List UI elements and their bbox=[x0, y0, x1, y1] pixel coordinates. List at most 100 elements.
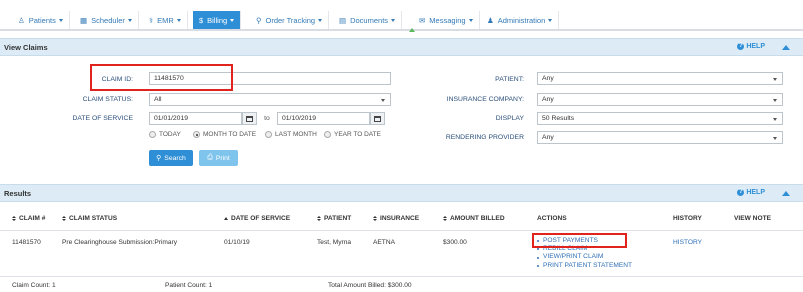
insurance-company-select[interactable]: Any bbox=[537, 93, 783, 106]
column-history: HISTORY bbox=[673, 215, 702, 222]
radio-today-label: TODAY bbox=[159, 131, 181, 138]
radio-year-to-date-label: YEAR TO DATE bbox=[334, 131, 381, 138]
column-amount-billed[interactable]: AMOUNT BILLED bbox=[443, 215, 505, 222]
cell-patient: Test, Myrna bbox=[317, 239, 352, 246]
print-button[interactable]: ⎙ Print bbox=[199, 150, 238, 166]
nav-patients[interactable]: ♙ Patients bbox=[12, 11, 70, 29]
radio-today[interactable]: TODAY bbox=[149, 131, 181, 138]
results-bar: Results ? HELP bbox=[0, 184, 803, 202]
view-claims-title: View Claims bbox=[4, 42, 48, 52]
print-icon: ⎙ bbox=[207, 154, 213, 161]
column-date-of-service-label: DATE OF SERVICE bbox=[231, 215, 291, 222]
sort-ascending-icon bbox=[224, 217, 228, 220]
claim-status-select[interactable]: All bbox=[149, 93, 391, 106]
radio-year-to-date[interactable]: YEAR TO DATE bbox=[324, 131, 381, 138]
results-title: Results bbox=[4, 188, 32, 198]
rendering-provider-select[interactable]: Any bbox=[537, 131, 783, 144]
view-print-claim-link[interactable]: VIEW/PRINT CLAIM bbox=[537, 253, 632, 261]
collapse-icon[interactable] bbox=[782, 45, 790, 50]
column-claim-number-label: CLAIM # bbox=[19, 215, 46, 222]
rendering-provider-label: RENDERING PROVIDER bbox=[445, 134, 524, 141]
column-claim-status-label: CLAIM STATUS bbox=[69, 215, 118, 222]
column-patient-label: PATIENT bbox=[324, 215, 352, 222]
column-actions: ACTIONS bbox=[537, 215, 567, 222]
nav-scheduler[interactable]: ▦ Scheduler bbox=[74, 11, 139, 29]
calendar-icon: ▦ bbox=[80, 15, 88, 25]
nav-scheduler-label: Scheduler bbox=[91, 15, 125, 25]
view-claims-bar: View Claims ? HELP bbox=[0, 38, 803, 56]
claim-status-label: CLAIM STATUS: bbox=[82, 96, 133, 103]
chevron-down-icon bbox=[468, 18, 473, 22]
collapse-icon[interactable] bbox=[782, 191, 790, 196]
results-help-link[interactable]: ? HELP bbox=[737, 189, 765, 196]
nav-patients-label: Patients bbox=[28, 15, 56, 25]
help-link[interactable]: ? HELP bbox=[737, 43, 765, 50]
nav-order-tracking[interactable]: ⚲ Order Tracking bbox=[250, 11, 330, 29]
display-label: DISPLAY bbox=[495, 115, 524, 122]
column-insurance[interactable]: INSURANCE bbox=[373, 215, 419, 222]
column-view-note-label: VIEW NOTE bbox=[734, 215, 771, 222]
sort-icon bbox=[373, 215, 377, 222]
print-button-label: Print bbox=[215, 154, 230, 162]
radio-last-month-dot bbox=[265, 131, 272, 138]
nav-administration[interactable]: ♟ Administration bbox=[481, 11, 560, 29]
post-payments-highlight bbox=[532, 233, 627, 248]
nav-messaging[interactable]: ✉ Messaging bbox=[413, 11, 480, 29]
radio-month-to-date-label: MONTH TO DATE bbox=[203, 131, 257, 138]
sort-icon bbox=[443, 215, 447, 222]
cell-date-of-service: 01/10/19 bbox=[224, 239, 250, 246]
stethoscope-icon: ⚕ bbox=[149, 15, 154, 25]
footer-divider bbox=[0, 276, 803, 277]
column-claim-number[interactable]: CLAIM # bbox=[12, 215, 45, 222]
nav-emr[interactable]: ⚕ EMR bbox=[143, 11, 188, 29]
column-claim-status[interactable]: CLAIM STATUS bbox=[62, 215, 117, 222]
date-to-calendar-button[interactable] bbox=[370, 112, 385, 125]
nav-billing[interactable]: $ Billing bbox=[193, 11, 242, 29]
results-help-label: HELP bbox=[746, 189, 765, 196]
total-amount-billed: Total Amount Billed: $300.00 bbox=[328, 282, 412, 289]
display-select[interactable]: 50 Results bbox=[537, 112, 783, 125]
date-to-input[interactable]: 01/10/2019 bbox=[277, 112, 370, 125]
calendar-icon bbox=[374, 115, 381, 122]
top-nav: ♙ Patients ▦ Scheduler ⚕ EMR $ Billing ⚲… bbox=[0, 9, 803, 31]
patient-select[interactable]: Any bbox=[537, 72, 783, 85]
date-from-calendar-button[interactable] bbox=[242, 112, 257, 125]
dollar-icon: $ bbox=[199, 15, 204, 25]
radio-today-dot bbox=[149, 131, 156, 138]
sort-icon bbox=[62, 215, 66, 222]
radio-last-month[interactable]: LAST MONTH bbox=[265, 131, 317, 138]
header-divider bbox=[0, 230, 803, 231]
nav-documents-label: Documents bbox=[350, 15, 389, 25]
column-date-of-service[interactable]: DATE OF SERVICE bbox=[224, 215, 290, 222]
claim-count: Claim Count: 1 bbox=[12, 282, 56, 289]
column-actions-label: ACTIONS bbox=[537, 215, 567, 222]
column-patient[interactable]: PATIENT bbox=[317, 215, 351, 222]
search-button[interactable]: ⚲ Search bbox=[149, 150, 193, 166]
nav-documents[interactable]: ▤ Documents bbox=[333, 11, 403, 29]
users-icon: ♙ bbox=[18, 15, 25, 25]
chevron-down-icon bbox=[58, 18, 63, 22]
date-from-input[interactable]: 01/01/2019 bbox=[149, 112, 242, 125]
chevron-down-icon bbox=[176, 18, 181, 22]
user-icon: ♟ bbox=[487, 15, 494, 25]
nav-emr-label: EMR bbox=[157, 15, 174, 25]
nav-billing-label: Billing bbox=[207, 15, 228, 25]
sort-icon bbox=[317, 215, 321, 222]
chevron-down-icon bbox=[391, 18, 396, 22]
chevron-down-icon bbox=[318, 18, 323, 22]
column-insurance-label: INSURANCE bbox=[380, 215, 420, 222]
claim-id-highlight bbox=[90, 64, 233, 91]
print-patient-statement-link[interactable]: PRINT PATIENT STATEMENT bbox=[537, 262, 632, 270]
nav-pointer-icon bbox=[409, 28, 415, 32]
column-amount-billed-label: AMOUNT BILLED bbox=[450, 215, 505, 222]
question-icon: ? bbox=[737, 189, 745, 196]
chevron-down-icon bbox=[127, 18, 132, 22]
search-icon: ⚲ bbox=[156, 155, 162, 162]
cell-insurance: AETNA bbox=[373, 239, 395, 246]
radio-month-to-date[interactable]: MONTH TO DATE bbox=[193, 131, 256, 138]
history-link[interactable]: HISTORY bbox=[673, 239, 702, 246]
column-history-label: HISTORY bbox=[673, 215, 702, 222]
document-icon: ▤ bbox=[339, 15, 347, 25]
nav-administration-label: Administration bbox=[497, 15, 546, 25]
question-icon: ? bbox=[737, 43, 745, 50]
